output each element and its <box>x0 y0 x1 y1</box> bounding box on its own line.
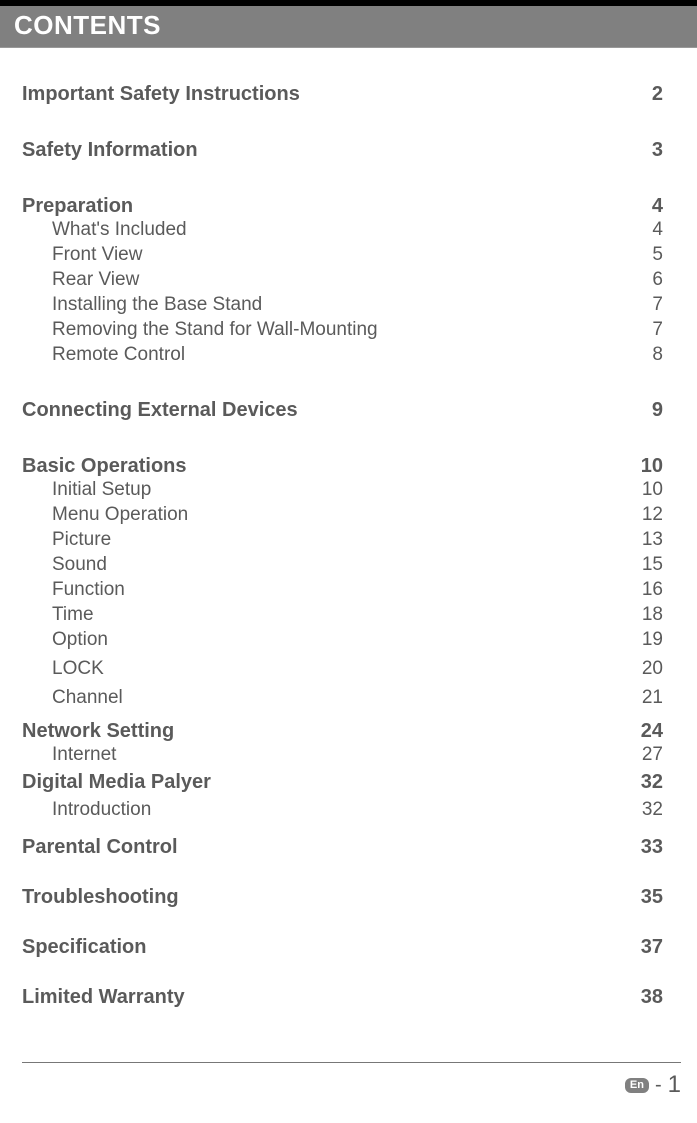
toc-section: Network Setting 24 <box>22 721 663 741</box>
toc-item-page: 27 <box>623 745 663 764</box>
toc-section: Connecting External Devices 9 <box>22 400 663 420</box>
toc-section-page: 35 <box>623 887 663 907</box>
toc-section-title: Basic Operations <box>22 456 187 476</box>
toc-item-page: 20 <box>623 659 663 678</box>
toc-section-page: 10 <box>623 456 663 476</box>
toc-item-label: Introduction <box>22 800 151 819</box>
toc-section-title: Safety Information <box>22 140 198 160</box>
toc-item: Time 18 <box>22 605 663 624</box>
toc-item-page: 12 <box>623 505 663 524</box>
toc-section-title: Specification <box>22 937 146 957</box>
header-band: CONTENTS <box>0 6 697 48</box>
toc-item-page: 10 <box>623 480 663 499</box>
toc-item: Rear View 6 <box>22 270 663 289</box>
toc-item: Sound 15 <box>22 555 663 574</box>
toc-item-label: Function <box>22 580 125 599</box>
toc-item: Option 19 <box>22 630 663 649</box>
toc-item-page: 6 <box>623 270 663 289</box>
toc-section-page: 4 <box>623 196 663 216</box>
toc-section: Important Safety Instructions 2 <box>22 84 663 104</box>
toc-item-page: 32 <box>623 800 663 819</box>
toc-section-title: Limited Warranty <box>22 987 185 1007</box>
toc-item-page: 13 <box>623 530 663 549</box>
toc-item-label: Removing the Stand for Wall-Mounting <box>22 320 378 339</box>
toc-item-page: 5 <box>623 245 663 264</box>
toc-item: Initial Setup 10 <box>22 480 663 499</box>
toc-item-page: 15 <box>623 555 663 574</box>
toc-item: Removing the Stand for Wall-Mounting 7 <box>22 320 663 339</box>
toc-item-page: 7 <box>623 320 663 339</box>
toc-item-label: Internet <box>22 745 116 764</box>
language-badge: En <box>625 1078 649 1093</box>
toc-item-label: Remote Control <box>22 345 185 364</box>
toc-item-label: Picture <box>22 530 111 549</box>
footer-number: 1 <box>668 1071 681 1099</box>
toc-item: Installing the Base Stand 7 <box>22 295 663 314</box>
toc-item-page: 18 <box>623 605 663 624</box>
toc-item-page: 16 <box>623 580 663 599</box>
toc-item-label: What's Included <box>22 220 187 239</box>
page-footer: En - 1 <box>22 1062 681 1099</box>
toc-item: LOCK 20 <box>22 659 663 678</box>
toc-section: Parental Control 33 <box>22 837 663 857</box>
toc-item: Remote Control 8 <box>22 345 663 364</box>
toc-item: What's Included 4 <box>22 220 663 239</box>
toc-item: Function 16 <box>22 580 663 599</box>
toc-item: Picture 13 <box>22 530 663 549</box>
toc-item: Introduction 32 <box>22 800 663 819</box>
toc: Important Safety Instructions 2 Safety I… <box>0 48 697 1007</box>
toc-item-page: 19 <box>623 630 663 649</box>
toc-section: Basic Operations 10 <box>22 456 663 476</box>
toc-section: Specification 37 <box>22 937 663 957</box>
toc-section-page: 2 <box>623 84 663 104</box>
toc-item-label: Menu Operation <box>22 505 188 524</box>
toc-section-title: Digital Media Palyer <box>22 772 211 792</box>
toc-item-label: Sound <box>22 555 107 574</box>
toc-section-title: Troubleshooting <box>22 887 179 907</box>
toc-section-page: 9 <box>623 400 663 420</box>
toc-item-label: Time <box>22 605 94 624</box>
toc-item-label: Rear View <box>22 270 139 289</box>
toc-item-label: Initial Setup <box>22 480 151 499</box>
footer-divider <box>22 1062 681 1063</box>
toc-item-page: 4 <box>623 220 663 239</box>
toc-item-label: Installing the Base Stand <box>22 295 262 314</box>
toc-section: Limited Warranty 38 <box>22 987 663 1007</box>
toc-item-label: LOCK <box>22 659 104 678</box>
toc-item-label: Option <box>22 630 108 649</box>
toc-section: Preparation 4 <box>22 196 663 216</box>
toc-item: Internet 27 <box>22 745 663 764</box>
toc-section-title: Parental Control <box>22 837 178 857</box>
toc-section-title: Preparation <box>22 196 133 216</box>
toc-item-page: 21 <box>623 688 663 707</box>
toc-item-page: 8 <box>623 345 663 364</box>
toc-section-title: Connecting External Devices <box>22 400 298 420</box>
toc-section: Digital Media Palyer 32 <box>22 772 663 792</box>
footer-page-number: En - 1 <box>22 1071 681 1099</box>
toc-section-page: 32 <box>623 772 663 792</box>
toc-item-page: 7 <box>623 295 663 314</box>
toc-item-label: Front View <box>22 245 142 264</box>
toc-section-title: Important Safety Instructions <box>22 84 300 104</box>
page-title: CONTENTS <box>14 10 683 41</box>
toc-item: Channel 21 <box>22 688 663 707</box>
toc-section-page: 3 <box>623 140 663 160</box>
toc-item: Front View 5 <box>22 245 663 264</box>
toc-section-page: 37 <box>623 937 663 957</box>
toc-section-title: Network Setting <box>22 721 174 741</box>
toc-section: Safety Information 3 <box>22 140 663 160</box>
toc-item: Menu Operation 12 <box>22 505 663 524</box>
footer-dash: - <box>655 1074 662 1097</box>
toc-section: Troubleshooting 35 <box>22 887 663 907</box>
toc-section-page: 33 <box>623 837 663 857</box>
toc-section-page: 24 <box>623 721 663 741</box>
toc-item-label: Channel <box>22 688 123 707</box>
toc-section-page: 38 <box>623 987 663 1007</box>
